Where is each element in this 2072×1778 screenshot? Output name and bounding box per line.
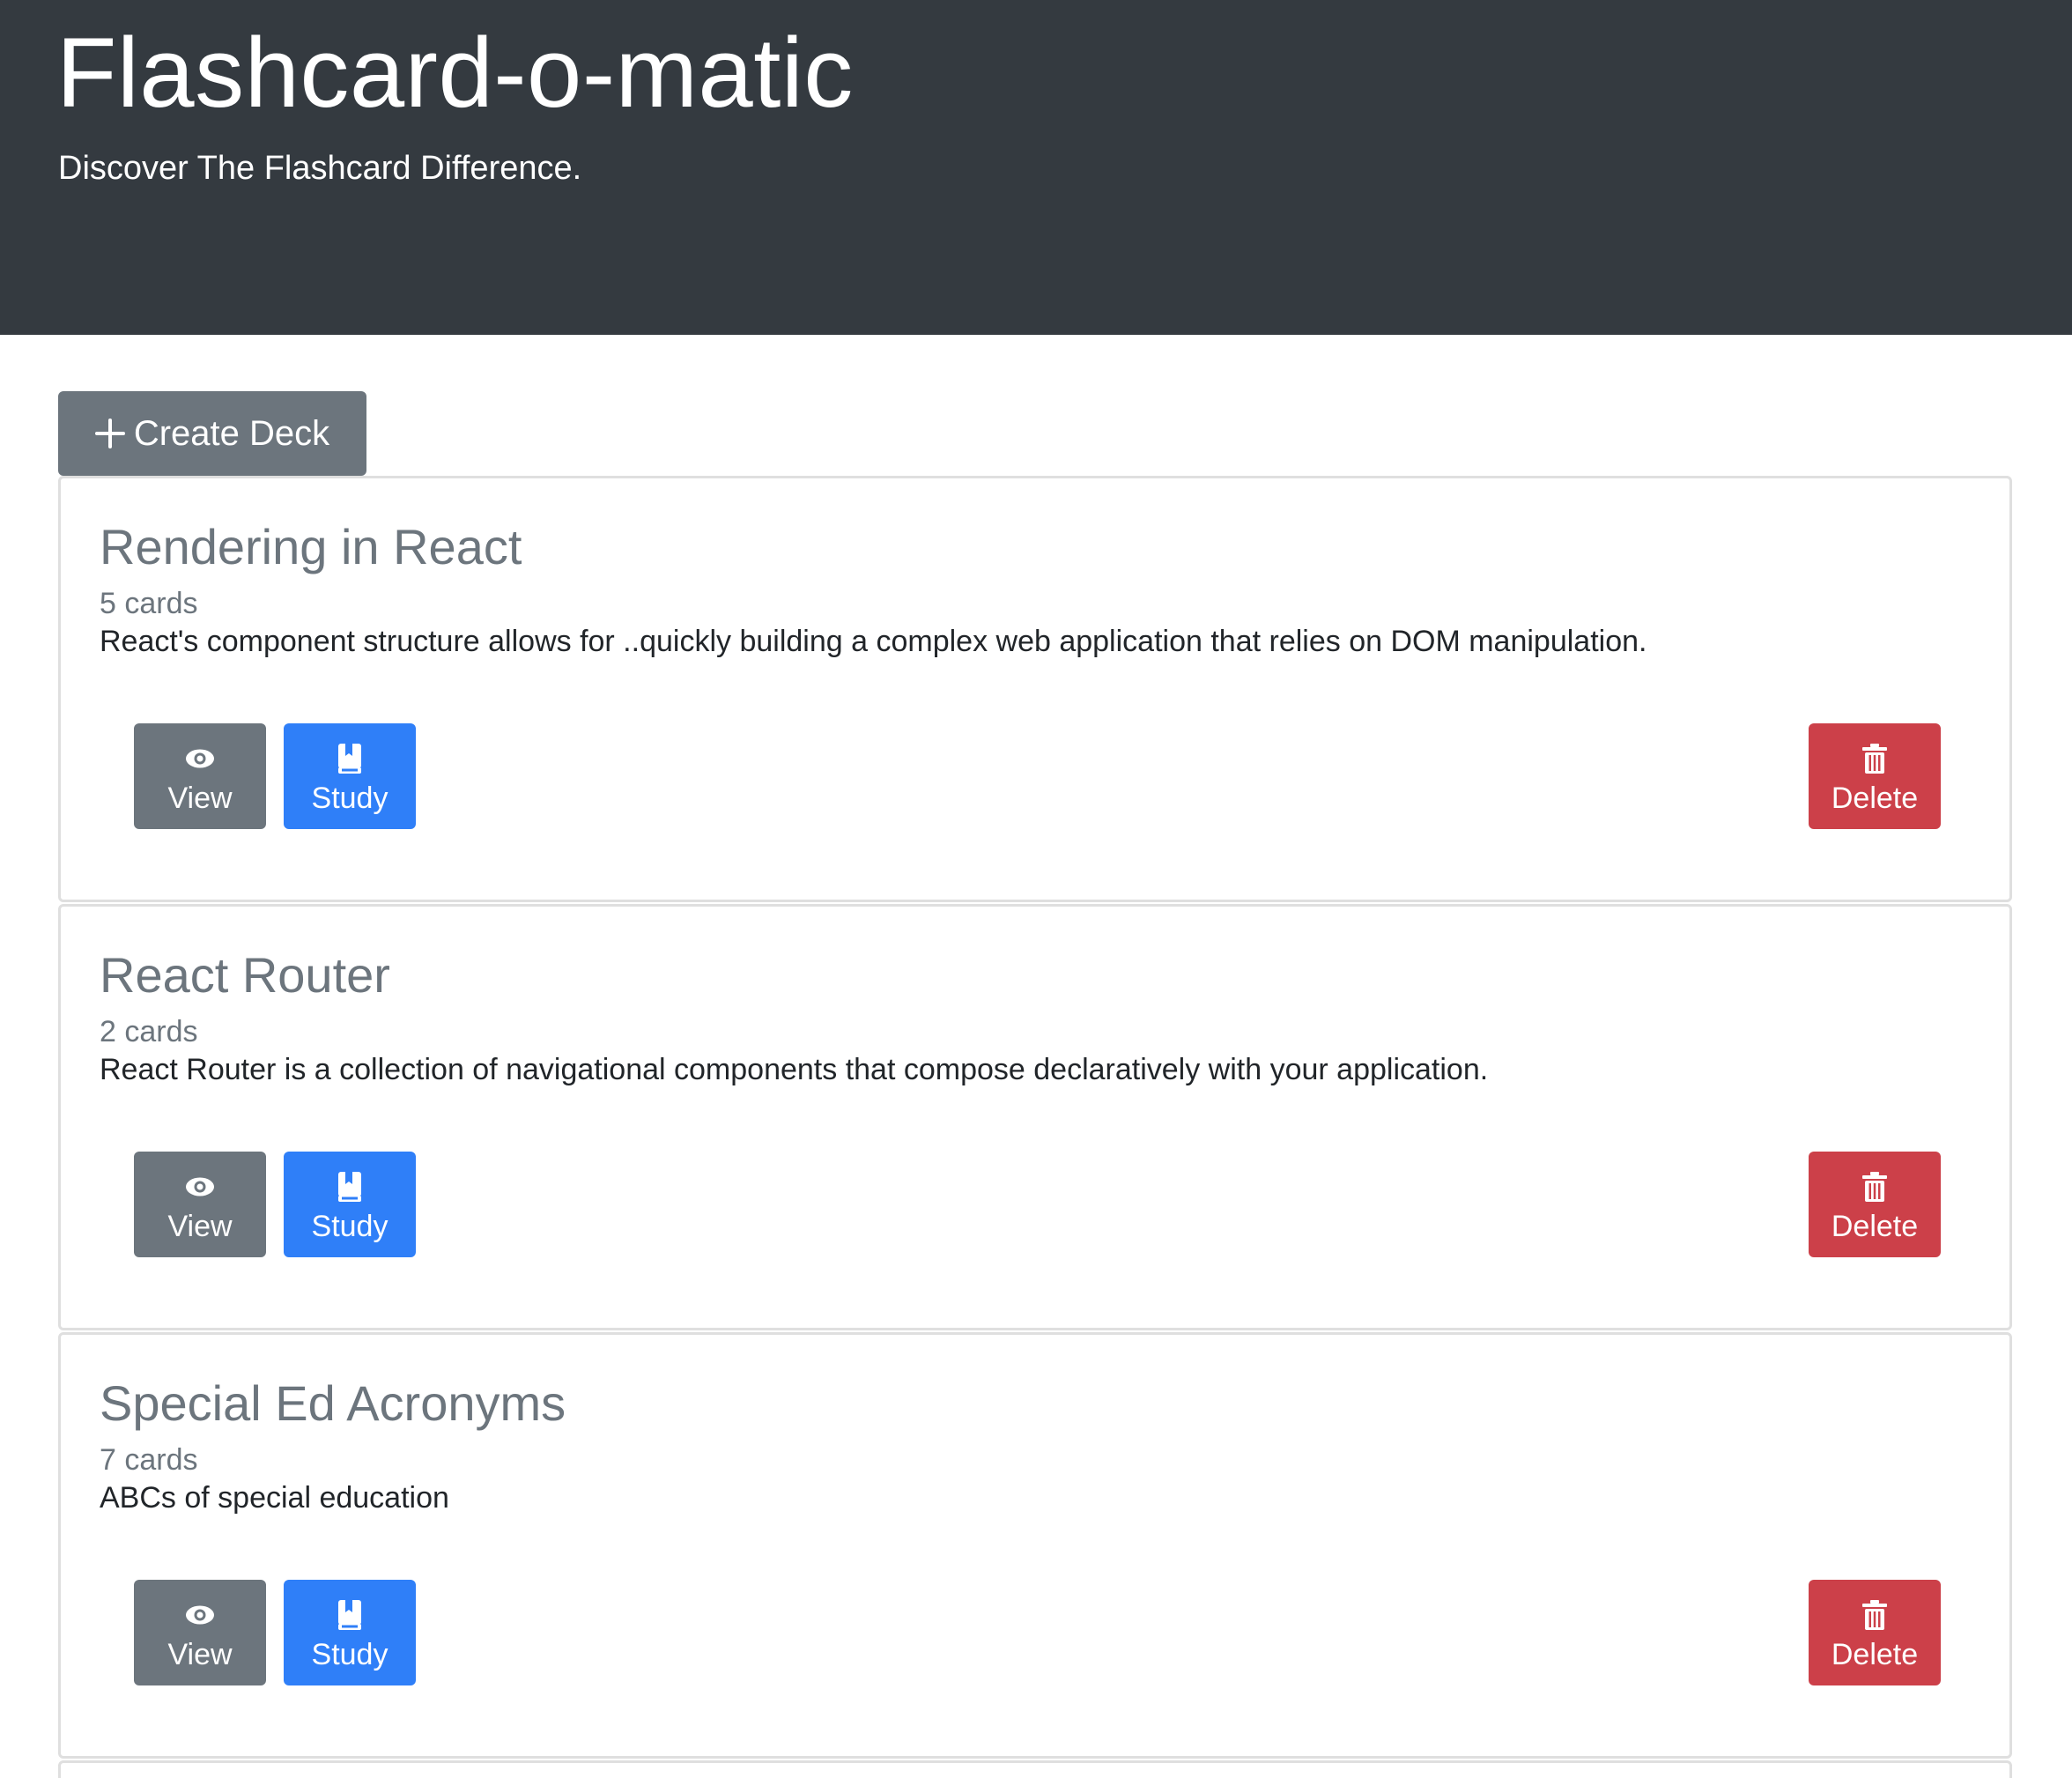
delete-button[interactable]: Delete [1809,1152,1941,1257]
delete-label: Delete [1831,1637,1919,1671]
deck-title: React Router [100,947,390,1003]
view-label: View [167,1209,233,1243]
deck-description: ABCs of special education [100,1481,449,1515]
deck-description: React's component structure allows for .… [100,625,1647,658]
study-button[interactable]: Study [284,1580,416,1685]
deck-card-partial [58,1760,2012,1778]
deck-title: Rendering in React [100,519,522,574]
eye-icon [184,1169,216,1204]
header-jumbotron: Flashcard-o-matic Discover The Flashcard… [0,0,2072,335]
view-button[interactable]: View [134,1152,266,1257]
plus-icon [94,419,125,448]
book-icon [337,1597,363,1633]
study-button[interactable]: Study [284,723,416,829]
book-icon [337,741,363,776]
deck-card-count: 5 cards [100,587,198,620]
delete-button[interactable]: Delete [1809,1580,1941,1685]
deck-card-count: 7 cards [100,1443,198,1477]
view-label: View [167,781,233,815]
eye-icon [184,741,216,776]
view-label: View [167,1637,233,1671]
study-label: Study [311,1637,388,1671]
delete-button[interactable]: Delete [1809,723,1941,829]
trash-icon [1861,741,1888,776]
study-label: Study [311,1209,388,1243]
deck-title: Special Ed Acronyms [100,1375,566,1431]
app-subtitle: Discover The Flashcard Difference. [58,150,582,187]
trash-icon [1861,1597,1888,1633]
delete-label: Delete [1831,781,1919,815]
eye-icon [184,1597,216,1633]
deck-card-count: 2 cards [100,1015,198,1048]
deck-description: React Router is a collection of navigati… [100,1053,1489,1086]
create-deck-button[interactable]: Create Deck [58,391,366,476]
delete-label: Delete [1831,1209,1919,1243]
study-button[interactable]: Study [284,1152,416,1257]
create-deck-label: Create Deck [133,413,330,453]
view-button[interactable]: View [134,1580,266,1685]
deck-card: Rendering in React 5 cards React's compo… [58,476,2012,902]
deck-card: Special Ed Acronyms 7 cards ABCs of spec… [58,1332,2012,1759]
deck-card: React Router 2 cards React Router is a c… [58,904,2012,1330]
app-title: Flashcard-o-matic [56,18,854,128]
book-icon [337,1169,363,1204]
study-label: Study [311,781,388,815]
view-button[interactable]: View [134,723,266,829]
trash-icon [1861,1169,1888,1204]
